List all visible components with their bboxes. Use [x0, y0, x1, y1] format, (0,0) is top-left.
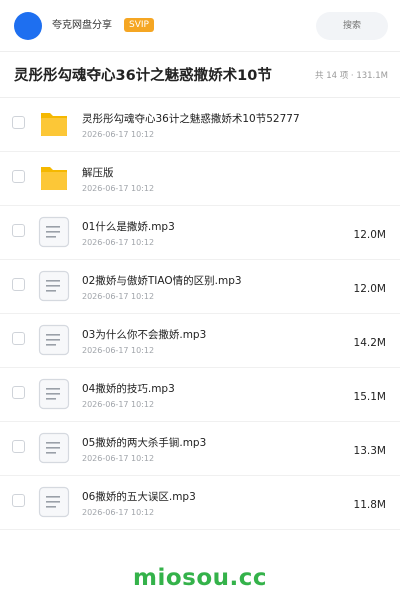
- audio-file-icon: [38, 270, 70, 302]
- item-date: 2026-06-17 10:12: [82, 130, 155, 139]
- item-name: 01什么是撒娇.mp3: [82, 221, 175, 233]
- list-item[interactable]: 灵彤彤勾魂夺心36计之魅惑撒娇术10节52777 2026-06-17 10:1…: [0, 98, 400, 152]
- site-watermark: miosou.cc: [132, 565, 268, 591]
- list-item[interactable]: 04撒娇的技巧.mp3 2026-06-17 10:12 15.1M: [0, 368, 400, 422]
- avatar[interactable]: [14, 12, 42, 40]
- item-date: 2026-06-17 10:12: [82, 454, 155, 463]
- audio-file-icon: [38, 378, 70, 410]
- list-item[interactable]: 02撒娇与傲娇TIAO情的区别.mp3 2026-06-17 10:12 12.…: [0, 260, 400, 314]
- list-item[interactable]: 05撒娇的两大杀手锏.mp3 2026-06-17 10:12 13.3M: [0, 422, 400, 476]
- item-date: 2026-06-17 10:12: [82, 292, 155, 301]
- item-size: 13.3M: [353, 445, 386, 457]
- item-date: 2026-06-17 10:12: [82, 184, 155, 193]
- item-name: 03为什么你不会撒娇.mp3: [82, 329, 207, 341]
- item-checkbox[interactable]: [12, 278, 25, 291]
- search-input[interactable]: [316, 12, 388, 40]
- item-name: 02撒娇与傲娇TIAO情的区别.mp3: [82, 275, 242, 287]
- folder-title-bar: 灵彤彤勾魂夺心36计之魅惑撒娇术10节 共 14 项 · 131.1M: [0, 52, 400, 98]
- item-size: 15.1M: [353, 391, 386, 403]
- folder-icon: [41, 113, 67, 136]
- item-checkbox[interactable]: [12, 116, 25, 129]
- item-size: 12.0M: [353, 283, 386, 295]
- audio-file-icon: [38, 324, 70, 356]
- item-checkbox[interactable]: [12, 440, 25, 453]
- item-name: 05撒娇的两大杀手锏.mp3: [82, 437, 207, 449]
- item-date: 2026-06-17 10:12: [82, 238, 155, 247]
- folder-title: 灵彤彤勾魂夺心36计之魅惑撒娇术10节: [14, 68, 272, 84]
- item-name: 灵彤彤勾魂夺心36计之魅惑撒娇术10节52777: [82, 113, 300, 125]
- item-count: 共 14 项 · 131.1M: [315, 71, 388, 81]
- file-list: 灵彤彤勾魂夺心36计之魅惑撒娇术10节52777 2026-06-17 10:1…: [0, 98, 400, 530]
- item-size: 14.2M: [353, 337, 386, 349]
- item-date: 2026-06-17 10:12: [82, 346, 155, 355]
- item-date: 2026-06-17 10:12: [82, 508, 155, 517]
- audio-file-icon: [38, 216, 70, 248]
- list-item[interactable]: 06撒娇的五大误区.mp3 2026-06-17 10:12 11.8M: [0, 476, 400, 530]
- item-checkbox[interactable]: [12, 224, 25, 237]
- item-name: 解压版: [82, 167, 114, 179]
- list-item[interactable]: 03为什么你不会撒娇.mp3 2026-06-17 10:12 14.2M: [0, 314, 400, 368]
- item-name: 06撒娇的五大误区.mp3: [82, 491, 196, 503]
- item-checkbox[interactable]: [12, 494, 25, 507]
- item-checkbox[interactable]: [12, 170, 25, 183]
- item-size: 12.0M: [353, 229, 386, 241]
- item-checkbox[interactable]: [12, 332, 25, 345]
- item-checkbox[interactable]: [12, 386, 25, 399]
- audio-file-icon: [38, 486, 70, 518]
- list-item[interactable]: 解压版 2026-06-17 10:12: [0, 152, 400, 206]
- item-date: 2026-06-17 10:12: [82, 400, 155, 409]
- item-name: 04撒娇的技巧.mp3: [82, 383, 175, 395]
- share-name: 夸克网盘分享: [52, 20, 112, 31]
- list-item[interactable]: 01什么是撒娇.mp3 2026-06-17 10:12 12.0M: [0, 206, 400, 260]
- folder-icon: [41, 167, 67, 190]
- item-size: 11.8M: [353, 499, 386, 511]
- share-header: 夸克网盘分享 SVIP: [0, 0, 400, 52]
- audio-file-icon: [38, 432, 70, 464]
- svip-badge: SVIP: [124, 18, 154, 32]
